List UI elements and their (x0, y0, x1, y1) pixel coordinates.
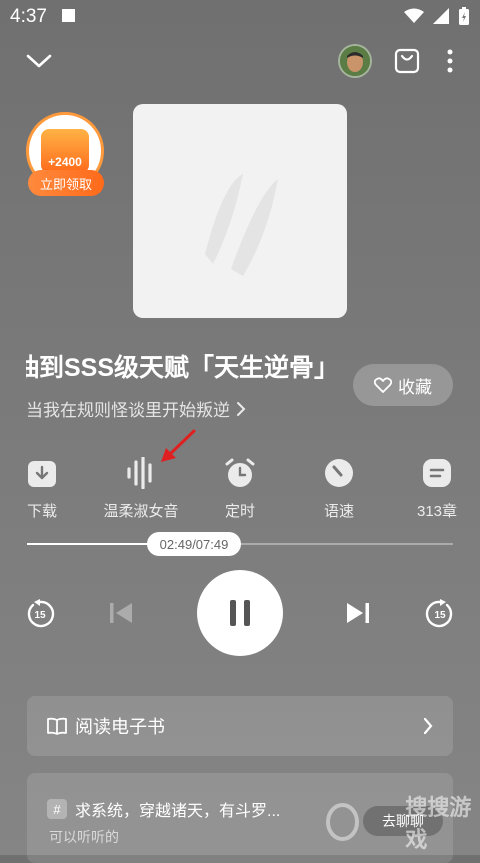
shopping-bag-icon (394, 48, 420, 74)
more-button[interactable] (440, 46, 460, 76)
speed-gauge-icon (325, 459, 353, 487)
battery-icon (459, 7, 469, 25)
signal-icon (433, 8, 449, 24)
hashtag-icon: # (47, 799, 67, 819)
coin-icon: +2400 (41, 129, 89, 173)
chapter-list-icon (423, 459, 451, 487)
open-book-icon (47, 717, 67, 735)
recommendation-title-row: # 求系统，穿越诸天，有斗罗... (47, 797, 280, 821)
avatar-image (340, 46, 370, 76)
forward-button[interactable]: 15 (424, 598, 456, 630)
avatar[interactable] (338, 44, 372, 78)
skip-previous-icon (110, 603, 132, 623)
book-title: 抽到SSS级天赋「天生逆骨」 (26, 354, 336, 382)
watermark-logo-icon (326, 803, 360, 841)
timer-label: 定时 (224, 503, 255, 520)
status-icons (404, 6, 470, 26)
download-icon (28, 461, 56, 487)
forward-15-icon: 15 (425, 599, 453, 628)
more-vertical-icon (447, 49, 453, 73)
chevron-right-icon (423, 717, 433, 735)
download-button[interactable]: 下载 (0, 456, 87, 521)
pause-icon (230, 600, 250, 626)
progress-time[interactable]: 02:49/07:49 (147, 532, 241, 556)
pause-button[interactable] (197, 570, 283, 656)
watermark: 搜搜游戏 (326, 790, 480, 854)
forward-seconds: 15 (434, 610, 446, 621)
next-button[interactable] (343, 598, 373, 628)
chapters-button[interactable]: 313章 (392, 456, 480, 521)
download-label: 下载 (26, 503, 57, 520)
status-time: 4:37 (10, 6, 47, 27)
recommendation-subtitle: 可以听听的 (49, 829, 119, 845)
chapters-label: 313章 (416, 503, 458, 520)
voice-button[interactable]: 温柔淑女音 (96, 456, 186, 521)
collapse-button[interactable] (22, 46, 56, 76)
rewind-15-icon: 15 (27, 599, 55, 628)
timer-button[interactable]: 定时 (195, 456, 285, 521)
shop-button[interactable] (392, 46, 422, 76)
favorite-label: 收藏 (398, 377, 432, 397)
wifi-icon (404, 8, 424, 23)
book-cover (133, 104, 347, 318)
recommendation-title: 求系统，穿越诸天，有斗罗... (75, 803, 281, 820)
voice-label: 温柔淑女音 (103, 503, 179, 520)
chevron-down-icon (26, 54, 52, 68)
chevron-right-icon (237, 401, 246, 416)
alarm-clock-icon (225, 458, 255, 487)
previous-button[interactable] (106, 598, 136, 628)
speed-button[interactable]: 语速 (294, 456, 384, 521)
voice-wave-icon (127, 457, 152, 489)
speed-label: 语速 (323, 503, 354, 520)
rewind-seconds: 15 (34, 610, 46, 621)
book-subtitle: 当我在规则怪谈里开始叛逆 (26, 401, 230, 420)
skip-next-icon (347, 603, 369, 623)
claim-button[interactable]: 立即领取 (28, 170, 104, 196)
book-subtitle-link[interactable]: 当我在规则怪谈里开始叛逆 (26, 396, 246, 421)
heart-icon (374, 377, 392, 393)
status-bar: 4:37 (0, 0, 480, 34)
coin-amount: +2400 (48, 155, 82, 169)
read-ebook-card[interactable]: 阅读电子书 (27, 696, 453, 756)
annotation-arrow (161, 429, 196, 462)
notification-icon (62, 9, 75, 22)
favorite-button[interactable]: 收藏 (353, 364, 453, 406)
cover-placeholder-image (205, 174, 278, 276)
watermark-text: 搜搜游戏 (405, 795, 472, 852)
rewind-button[interactable]: 15 (24, 598, 56, 630)
read-ebook-label: 阅读电子书 (75, 717, 165, 737)
